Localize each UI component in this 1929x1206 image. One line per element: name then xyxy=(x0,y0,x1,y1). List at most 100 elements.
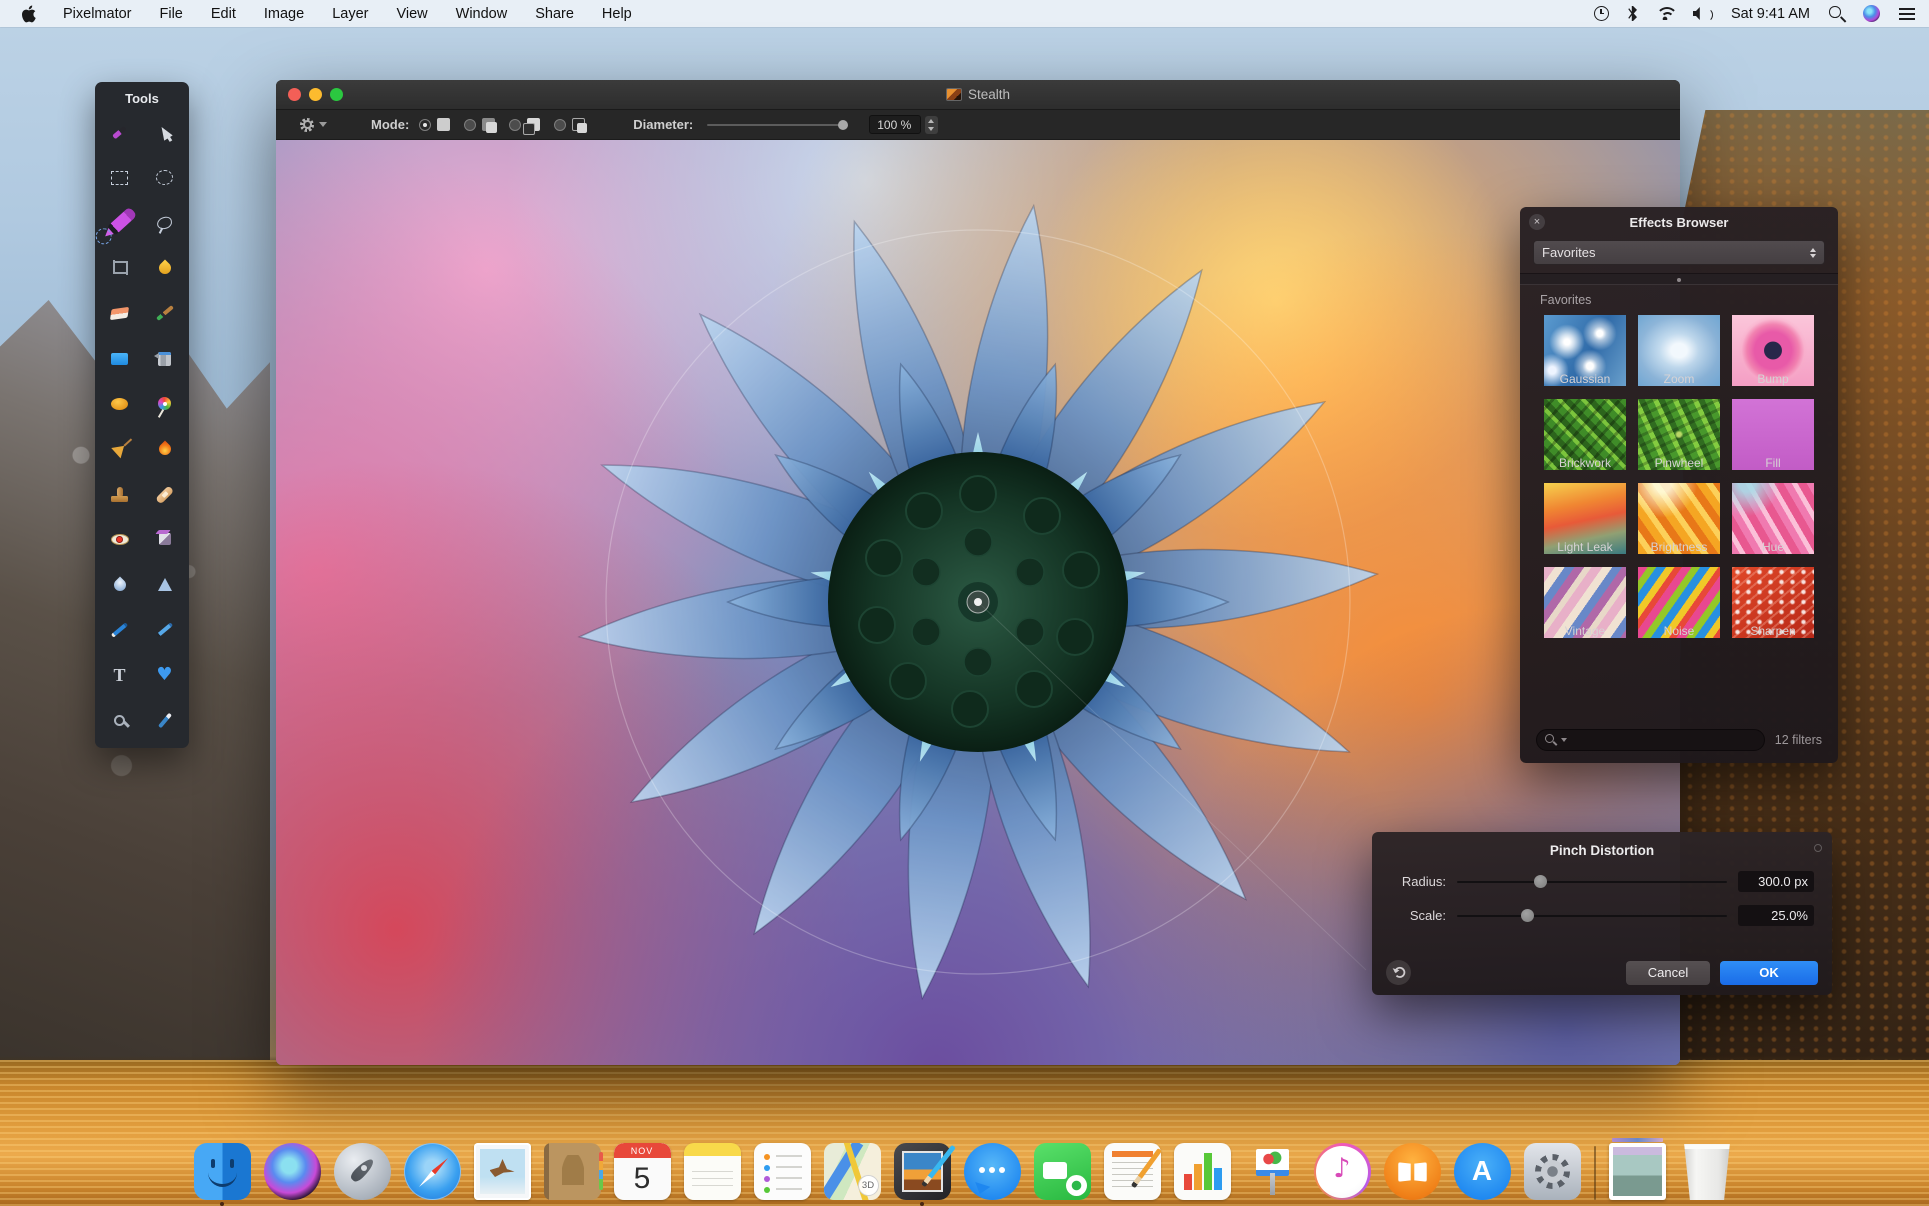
burn-tool[interactable] xyxy=(144,428,186,471)
dock-ibooks[interactable] xyxy=(1384,1143,1441,1200)
menu-item[interactable]: Edit xyxy=(211,6,236,22)
time-machine-icon[interactable] xyxy=(1594,6,1609,21)
zoom-button[interactable] xyxy=(330,88,343,101)
type-tool[interactable] xyxy=(99,654,141,697)
dock-maps[interactable]: 3D xyxy=(824,1143,881,1200)
brush-tool[interactable] xyxy=(144,292,186,335)
wifi-icon[interactable] xyxy=(1656,7,1674,20)
mode-radio[interactable] xyxy=(419,119,431,131)
diameter-slider[interactable] xyxy=(707,118,847,132)
dock-notes[interactable] xyxy=(684,1143,741,1200)
siri-icon[interactable] xyxy=(1863,5,1880,22)
effect-item[interactable]: Sharpen xyxy=(1732,567,1814,638)
scale-slider[interactable] xyxy=(1457,909,1727,923)
effect-item[interactable]: Hue xyxy=(1732,483,1814,554)
rectangular-marquee-tool[interactable] xyxy=(99,156,141,199)
close-button[interactable] xyxy=(288,88,301,101)
blur-tool[interactable] xyxy=(99,563,141,606)
effect-thumbnail[interactable] xyxy=(1732,399,1814,451)
effect-thumbnail[interactable] xyxy=(1732,315,1814,367)
dock-keynote[interactable] xyxy=(1244,1143,1301,1200)
crop-tool[interactable] xyxy=(99,247,141,290)
ink-pencil-tool[interactable] xyxy=(144,608,186,651)
gear-icon[interactable] xyxy=(300,118,314,132)
sharpen-tool[interactable] xyxy=(144,518,186,561)
zoom-tool[interactable] xyxy=(99,699,141,742)
effect-thumbnail[interactable] xyxy=(1732,483,1814,535)
effect-item[interactable]: Bump xyxy=(1732,315,1814,386)
effect-item[interactable]: Zoom xyxy=(1638,315,1720,386)
effect-item[interactable]: Brightness xyxy=(1638,483,1720,554)
dock-itunes[interactable] xyxy=(1314,1143,1371,1200)
mode-add[interactable] xyxy=(464,118,495,131)
effect-item[interactable]: Light Leak xyxy=(1544,483,1626,554)
menu-item[interactable]: Share xyxy=(535,6,574,22)
volume-icon[interactable] xyxy=(1693,7,1712,21)
pen-tool[interactable] xyxy=(144,247,186,290)
shape-tool[interactable] xyxy=(144,654,186,697)
spotlight-search-icon[interactable] xyxy=(1829,6,1844,21)
effect-item[interactable]: Noise xyxy=(1638,567,1720,638)
gradient-tool[interactable] xyxy=(144,337,186,380)
effect-item[interactable]: Pinwheel xyxy=(1638,399,1720,470)
pencil-tool[interactable] xyxy=(99,608,141,651)
dock-launchpad[interactable] xyxy=(334,1143,391,1200)
move-tool[interactable] xyxy=(144,111,186,154)
menu-clock[interactable]: Sat 9:41 AM xyxy=(1731,6,1810,22)
paint-select-tool[interactable] xyxy=(99,111,141,154)
menu-item[interactable]: Window xyxy=(456,6,508,22)
panel-resize-handle[interactable] xyxy=(1520,273,1838,285)
dock-reminders[interactable] xyxy=(754,1143,811,1200)
effect-thumbnail[interactable] xyxy=(1544,399,1626,451)
dock-pixelmator[interactable] xyxy=(894,1143,951,1200)
menu-item[interactable]: File xyxy=(160,6,183,22)
effect-item[interactable]: Gaussian xyxy=(1544,315,1626,386)
effect-thumbnail[interactable] xyxy=(1544,315,1626,367)
close-icon[interactable]: × xyxy=(1529,214,1545,230)
dock-messages[interactable] xyxy=(964,1143,1021,1200)
saturation-tool[interactable] xyxy=(144,382,186,425)
effect-thumbnail[interactable] xyxy=(1544,483,1626,535)
dock-numbers[interactable] xyxy=(1174,1143,1231,1200)
reset-button[interactable] xyxy=(1386,960,1411,985)
effect-thumbnail[interactable] xyxy=(1638,315,1720,367)
clone-stamp-tool[interactable] xyxy=(99,473,141,516)
dock-siri[interactable] xyxy=(264,1143,321,1200)
dock-pictures[interactable] xyxy=(1609,1143,1666,1200)
radius-value-field[interactable]: 300.0 px xyxy=(1738,871,1814,892)
notification-center-icon[interactable] xyxy=(1899,8,1915,20)
effect-thumbnail[interactable] xyxy=(1638,567,1720,619)
search-input[interactable] xyxy=(1571,733,1756,747)
mode-radio[interactable] xyxy=(554,119,566,131)
effect-item[interactable]: Vintage xyxy=(1544,567,1626,638)
elliptical-marquee-tool[interactable] xyxy=(144,156,186,199)
mode-subtract[interactable] xyxy=(509,118,540,131)
dock-contacts[interactable] xyxy=(544,1143,601,1200)
chevron-down-icon[interactable] xyxy=(319,122,327,127)
bluetooth-icon[interactable] xyxy=(1628,6,1637,21)
dock-calendar[interactable]: NOV 5 xyxy=(614,1143,671,1200)
soften-tool[interactable] xyxy=(99,428,141,471)
scale-value-field[interactable]: 25.0% xyxy=(1738,905,1814,926)
apple-menu[interactable] xyxy=(22,5,37,23)
menu-item[interactable]: Image xyxy=(264,6,304,22)
cancel-button[interactable]: Cancel xyxy=(1626,961,1710,985)
dock-mail[interactable] xyxy=(474,1143,531,1200)
window-titlebar[interactable]: Stealth xyxy=(276,80,1680,110)
dock-facetime[interactable] xyxy=(1034,1143,1091,1200)
radius-slider[interactable] xyxy=(1457,875,1727,889)
zoom-stepper[interactable] xyxy=(925,116,938,134)
lasso-tool[interactable] xyxy=(144,201,186,244)
dock-system-preferences[interactable] xyxy=(1524,1143,1581,1200)
mode-radio[interactable] xyxy=(464,119,476,131)
fill-tool[interactable] xyxy=(99,337,141,380)
mode-intersect[interactable] xyxy=(554,118,585,131)
dialog-collapse-icon[interactable] xyxy=(1814,844,1822,852)
effects-search-field[interactable] xyxy=(1536,729,1765,751)
effect-item[interactable]: Fill xyxy=(1732,399,1814,470)
effect-thumbnail[interactable] xyxy=(1638,483,1720,535)
zoom-value-field[interactable]: 100 % xyxy=(869,115,921,134)
slider-thumb[interactable] xyxy=(1521,909,1534,922)
effect-thumbnail[interactable] xyxy=(1638,399,1720,451)
effect-item[interactable]: Brickwork xyxy=(1544,399,1626,470)
